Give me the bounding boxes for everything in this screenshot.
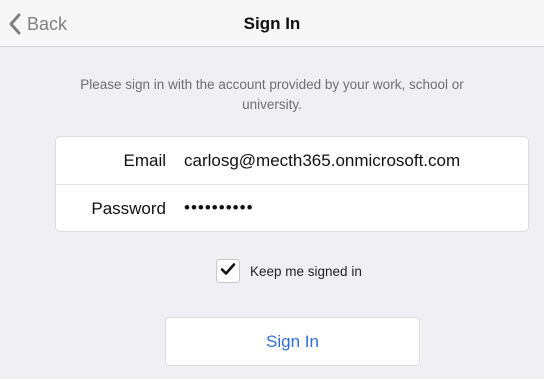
- keep-signed-in-label: Keep me signed in: [250, 263, 362, 279]
- keep-signed-in-toggle[interactable]: Keep me signed in: [216, 259, 362, 283]
- password-label: Password: [91, 199, 166, 218]
- password-row: Password ••••••••••: [56, 185, 528, 232]
- page-title: Sign In: [243, 14, 301, 33]
- password-field[interactable]: ••••••••••: [184, 198, 254, 218]
- email-field[interactable]: carlosg@mecth365.onmicrosoft.com: [184, 151, 460, 171]
- email-label: Email: [123, 151, 166, 170]
- credentials-card: Email carlosg@mecth365.onmicrosoft.com P…: [55, 136, 529, 232]
- checkmark-icon: [220, 262, 236, 281]
- keep-signed-in-checkbox[interactable]: [216, 259, 240, 283]
- email-row: Email carlosg@mecth365.onmicrosoft.com: [56, 137, 528, 185]
- navigation-bar: Back Sign In: [0, 0, 544, 47]
- sign-in-button[interactable]: Sign In: [165, 317, 420, 366]
- instructions-text: Please sign in with the account provided…: [80, 77, 464, 112]
